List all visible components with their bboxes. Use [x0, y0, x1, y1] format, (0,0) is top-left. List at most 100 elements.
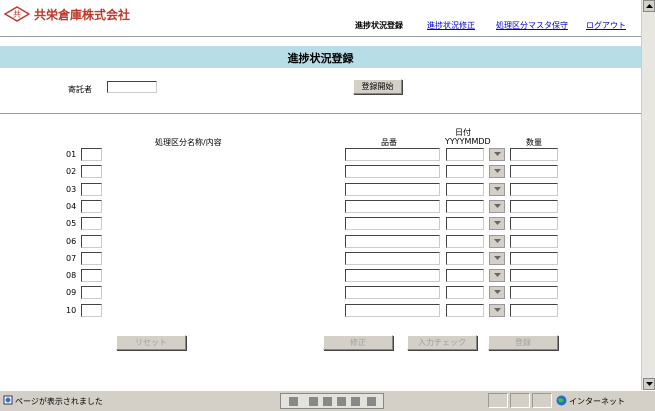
category-code-input[interactable] [81, 217, 102, 230]
quantity-input[interactable] [510, 165, 558, 178]
ime-pad-icon [323, 397, 332, 406]
date-picker-button[interactable] [489, 286, 505, 299]
part-number-input[interactable] [345, 252, 440, 265]
date-picker-button[interactable] [489, 269, 505, 282]
register-button[interactable]: 登録 [488, 335, 558, 350]
nav-link-progress-edit[interactable]: 進捗状況修正 [427, 20, 475, 31]
category-code-input[interactable] [81, 148, 102, 161]
part-number-input[interactable] [345, 183, 440, 196]
row-number: 02 [66, 167, 77, 176]
date-picker-button[interactable] [489, 165, 505, 178]
dropdown-arrow-icon [494, 187, 501, 191]
col-header-part-number: 品番 [381, 138, 397, 147]
scroll-down-arrow[interactable] [643, 378, 655, 390]
row-number: 05 [66, 219, 77, 228]
date-input[interactable] [446, 200, 484, 213]
date-input[interactable] [446, 165, 484, 178]
category-code-input[interactable] [81, 304, 102, 317]
date-input[interactable] [446, 304, 484, 317]
dropdown-arrow-icon [494, 273, 501, 277]
quantity-input[interactable] [510, 217, 558, 230]
row-number: 08 [66, 271, 77, 280]
ime-kana-icon [309, 397, 318, 406]
category-code-input[interactable] [81, 286, 102, 299]
ime-toolbar[interactable] [280, 393, 384, 409]
col-header-date-format: YYYYMMDD [445, 137, 491, 146]
date-input[interactable] [446, 252, 484, 265]
dropdown-arrow-icon [494, 239, 501, 243]
date-picker-button[interactable] [489, 183, 505, 196]
consignor-label: 寄託者 [68, 85, 92, 94]
row-number: 06 [66, 237, 77, 246]
part-number-input[interactable] [345, 148, 440, 161]
row-number: 01 [66, 150, 77, 159]
date-picker-button[interactable] [489, 200, 505, 213]
quantity-input[interactable] [510, 304, 558, 317]
nav-link-logout[interactable]: ログアウト [586, 20, 626, 31]
date-input[interactable] [446, 217, 484, 230]
start-register-button[interactable]: 登録開始 [353, 79, 402, 94]
arrow-down-icon [646, 382, 653, 386]
company-name: 共栄倉庫株式会社 [34, 8, 131, 22]
page-loaded-icon [3, 395, 13, 405]
date-picker-button[interactable] [489, 235, 505, 248]
part-number-input[interactable] [345, 200, 440, 213]
status-bar: ページが表示されました インターネット [0, 390, 655, 411]
date-input[interactable] [446, 148, 484, 161]
col-header-quantity: 数量 [526, 138, 542, 147]
part-number-input[interactable] [345, 217, 440, 230]
date-picker-button[interactable] [489, 252, 505, 265]
vertical-scrollbar[interactable] [641, 0, 655, 390]
ime-help-icon [367, 397, 376, 406]
quantity-input[interactable] [510, 200, 558, 213]
category-code-input[interactable] [81, 252, 102, 265]
row-number: 09 [66, 288, 77, 297]
reset-button[interactable]: リセット [116, 335, 186, 350]
ime-dict-icon [337, 397, 346, 406]
category-code-input[interactable] [81, 269, 102, 282]
quantity-input[interactable] [510, 269, 558, 282]
ime-mode-icon [289, 397, 298, 406]
internet-zone-icon [556, 395, 567, 406]
date-input[interactable] [446, 183, 484, 196]
category-code-input[interactable] [81, 200, 102, 213]
modify-button[interactable]: 修正 [323, 335, 393, 350]
nav-current-page: 進捗状況登録 [355, 21, 403, 30]
date-picker-button[interactable] [489, 148, 505, 161]
part-number-input[interactable] [345, 304, 440, 317]
row-number: 04 [66, 202, 77, 211]
dropdown-arrow-icon [494, 308, 501, 312]
company-logo: 共 [3, 6, 31, 22]
row-number: 03 [66, 185, 77, 194]
quantity-input[interactable] [510, 286, 558, 299]
quantity-input[interactable] [510, 148, 558, 161]
quantity-input[interactable] [510, 252, 558, 265]
date-picker-button[interactable] [489, 217, 505, 230]
scroll-up-arrow[interactable] [643, 0, 655, 12]
date-input[interactable] [446, 269, 484, 282]
security-zone: インターネット [569, 397, 625, 406]
input-check-button[interactable]: 入力チェック [407, 335, 477, 350]
date-input[interactable] [446, 286, 484, 299]
row-number: 07 [66, 254, 77, 263]
category-code-input[interactable] [81, 165, 102, 178]
status-pane-2 [510, 393, 530, 408]
part-number-input[interactable] [345, 286, 440, 299]
dropdown-arrow-icon [494, 152, 501, 156]
part-number-input[interactable] [345, 165, 440, 178]
quantity-input[interactable] [510, 235, 558, 248]
status-pane-3 [532, 393, 552, 408]
page-title: 進捗状況登録 [287, 52, 354, 65]
col-header-category: 処理区分名称/内容 [155, 138, 222, 147]
category-code-input[interactable] [81, 183, 102, 196]
consignor-input[interactable] [107, 81, 157, 93]
part-number-input[interactable] [345, 235, 440, 248]
category-code-input[interactable] [81, 235, 102, 248]
date-input[interactable] [446, 235, 484, 248]
dropdown-arrow-icon [494, 221, 501, 225]
part-number-input[interactable] [345, 269, 440, 282]
section-divider [0, 113, 641, 114]
quantity-input[interactable] [510, 183, 558, 196]
nav-link-category-master[interactable]: 処理区分マスタ保守 [496, 20, 568, 31]
date-picker-button[interactable] [489, 304, 505, 317]
